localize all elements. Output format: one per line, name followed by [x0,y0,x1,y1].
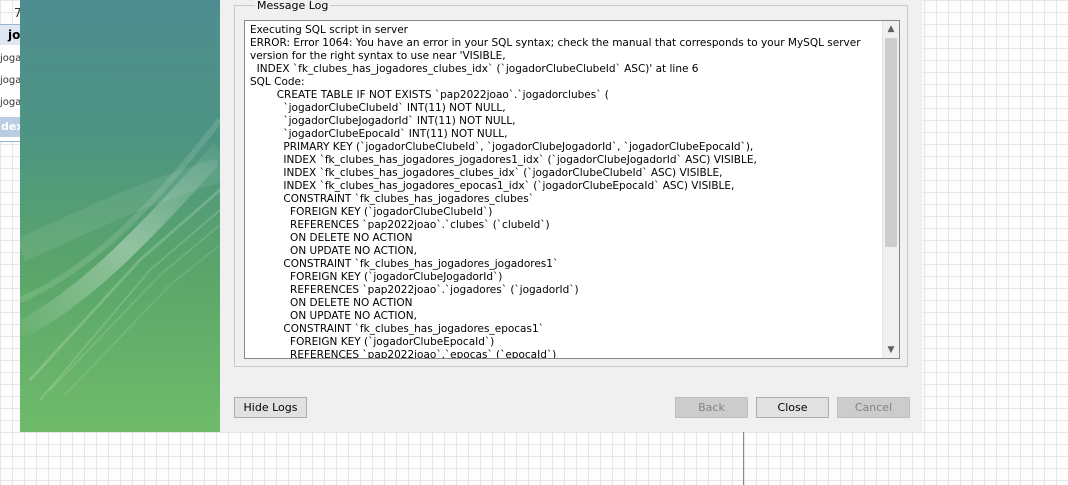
log-line: ON UPDATE NO ACTION, [250,245,417,257]
log-line: FOREIGN KEY (`jogadorClubeJogadorId`) [250,271,503,283]
log-line: INDEX `fk_clubes_has_jogadores_clubes_id… [250,167,723,179]
message-log-title: Message Log [255,0,331,12]
diagram-table-column: joga [0,97,22,108]
log-line: ON UPDATE NO ACTION, [250,310,417,322]
log-line: `jogadorClubeJogadorId` INT(11) NOT NULL… [250,115,516,127]
scrollbar-thumb[interactable] [885,38,897,247]
diagram-table-column: joga [0,75,22,86]
diagram-table-column: joga [0,53,22,64]
log-line: Executing SQL script in server [250,24,408,36]
wizard-content-area: Message Log Executing SQL script in serv… [220,0,922,432]
log-line: ERROR: Error 1064: You have an error in … [250,37,864,62]
message-log-text[interactable]: Executing SQL script in server ERROR: Err… [245,21,882,358]
scroll-up-icon[interactable]: ▲ [883,21,899,37]
log-line: PRIMARY KEY (`jogadorClubeClubeId`, `jog… [250,141,754,153]
forward-engineer-dialog: Message Log Executing SQL script in serv… [20,0,922,432]
log-line: ON DELETE NO ACTION [250,232,413,244]
log-line: REFERENCES `pap2022joao`.`jogadores` (`j… [250,284,579,296]
hide-logs-button[interactable]: Hide Logs [234,397,307,418]
log-line: INDEX `fk_clubes_has_jogadores_clubes_id… [250,63,699,75]
log-line: CONSTRAINT `fk_clubes_has_jogadores_epoc… [250,323,544,335]
log-line: CONSTRAINT `fk_clubes_has_jogadores_joga… [250,258,559,270]
log-line: CREATE TABLE IF NOT EXISTS `pap2022joao`… [250,89,609,101]
log-line: FOREIGN KEY (`jogadorClubeClubeId`) [250,206,493,218]
log-line: ON DELETE NO ACTION [250,297,413,309]
back-button[interactable]: Back [675,397,748,418]
log-line: REFERENCES `pap2022joao`.`clubes` (`club… [250,219,550,231]
log-line: INDEX `fk_clubes_has_jogadores_jogadores… [250,154,757,166]
scroll-down-icon[interactable]: ▼ [883,342,899,358]
log-line: `jogadorClubeClubeId` INT(11) NOT NULL, [250,102,506,114]
log-line: SQL Code: [250,76,305,88]
log-line: REFERENCES `pap2022joao`.`epocas` (`epoc… [250,349,557,358]
message-log-box[interactable]: Executing SQL script in server ERROR: Err… [244,20,900,359]
log-line: CONSTRAINT `fk_clubes_has_jogadores_club… [250,193,534,205]
cancel-button[interactable]: Cancel [837,397,910,418]
wizard-side-banner [20,0,220,432]
log-line: FOREIGN KEY (`jogadorClubeEpocaId`) [250,336,495,348]
banner-artwork [20,118,220,401]
log-line: INDEX `fk_clubes_has_jogadores_epocas1_i… [250,180,735,192]
diagram-connector-line [743,432,744,485]
log-scrollbar[interactable]: ▲ ▼ [882,21,899,358]
log-line: `jogadorClubeEpocaId` INT(11) NOT NULL, [250,128,508,140]
close-button[interactable]: Close [756,397,829,418]
